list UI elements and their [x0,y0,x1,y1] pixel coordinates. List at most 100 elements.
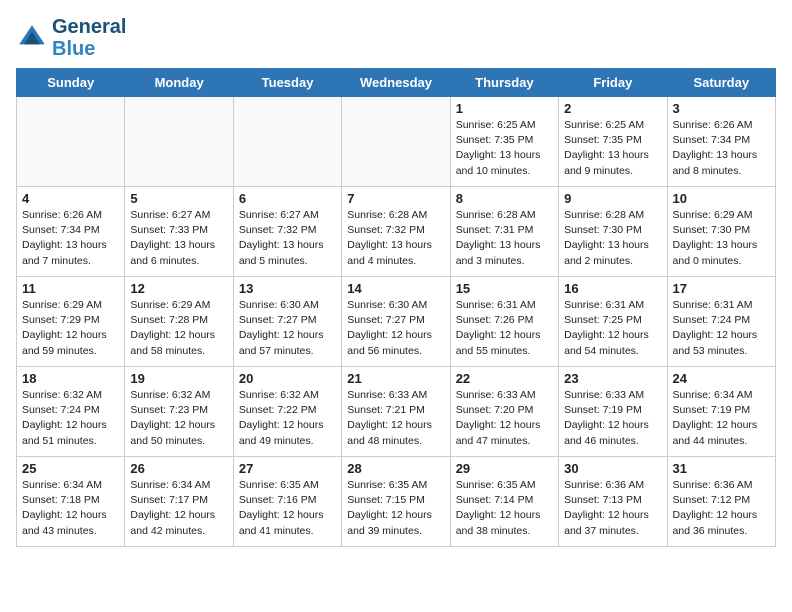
calendar-cell [342,97,450,187]
day-number: 21 [347,371,444,386]
calendar-cell: 29 Sunrise: 6:35 AM Sunset: 7:14 PM Dayli… [450,457,558,547]
calendar-table: SundayMondayTuesdayWednesdayThursdayFrid… [16,68,776,547]
day-info: Sunrise: 6:31 AM Sunset: 7:24 PM Dayligh… [673,298,770,359]
day-info: Sunrise: 6:35 AM Sunset: 7:14 PM Dayligh… [456,478,553,539]
calendar-cell: 20Sunrise: 6:32 AM Sunset: 7:22 PM Dayli… [233,367,341,457]
day-number: 12 [130,281,227,296]
day-info: Sunrise: 6:33 AM Sunset: 7:21 PM Dayligh… [347,388,444,449]
day-info: Sunrise: 6:34 AM Sunset: 7:19 PM Dayligh… [673,388,770,449]
day-info: Sunrise: 6:33 AM Sunset: 7:19 PM Dayligh… [564,388,661,449]
calendar-cell: 17 Sunrise: 6:31 AM Sunset: 7:24 PM Dayli… [667,277,775,367]
page-header: General Blue [16,16,776,60]
calendar-cell: 12 Sunrise: 6:29 AM Sunset: 7:28 PM Dayli… [125,277,233,367]
logo: General Blue [16,16,126,60]
day-number: 26 [130,461,227,476]
day-info: Sunrise: 6:29 AM Sunset: 7:29 PM Dayligh… [22,298,119,359]
calendar-week-3: 11 Sunrise: 6:29 AM Sunset: 7:29 PM Dayli… [17,277,776,367]
day-info: Sunrise: 6:32 AM Sunset: 7:24 PM Dayligh… [22,388,119,449]
day-number: 19 [130,371,227,386]
calendar-cell: 25 Sunrise: 6:34 AM Sunset: 7:18 PM Dayli… [17,457,125,547]
day-number: 17 [673,281,770,296]
day-info: Sunrise: 6:31 AM Sunset: 7:26 PM Dayligh… [456,298,553,359]
day-number: 3 [673,101,770,116]
day-number: 28 [347,461,444,476]
day-info: Sunrise: 6:25 AM Sunset: 7:35 PM Dayligh… [564,118,661,179]
day-number: 2 [564,101,661,116]
calendar-cell: 28 Sunrise: 6:35 AM Sunset: 7:15 PM Dayli… [342,457,450,547]
day-info: Sunrise: 6:34 AM Sunset: 7:17 PM Dayligh… [130,478,227,539]
calendar-cell [17,97,125,187]
day-info: Sunrise: 6:27 AM Sunset: 7:32 PM Dayligh… [239,208,336,269]
calendar-cell: 11 Sunrise: 6:29 AM Sunset: 7:29 PM Dayli… [17,277,125,367]
day-number: 23 [564,371,661,386]
day-number: 25 [22,461,119,476]
day-number: 6 [239,191,336,206]
calendar-header-row: SundayMondayTuesdayWednesdayThursdayFrid… [17,69,776,97]
day-number: 24 [673,371,770,386]
day-info: Sunrise: 6:30 AM Sunset: 7:27 PM Dayligh… [239,298,336,359]
day-header-tuesday: Tuesday [233,69,341,97]
day-info: Sunrise: 6:36 AM Sunset: 7:12 PM Dayligh… [673,478,770,539]
calendar-cell: 8 Sunrise: 6:28 AM Sunset: 7:31 PM Daylig… [450,187,558,277]
day-number: 29 [456,461,553,476]
day-number: 4 [22,191,119,206]
logo-text: General Blue [52,16,126,60]
calendar-cell: 23 Sunrise: 6:33 AM Sunset: 7:19 PM Dayli… [559,367,667,457]
calendar-week-1: 1Sunrise: 6:25 AM Sunset: 7:35 PM Daylig… [17,97,776,187]
day-header-thursday: Thursday [450,69,558,97]
day-number: 30 [564,461,661,476]
calendar-cell: 9Sunrise: 6:28 AM Sunset: 7:30 PM Daylig… [559,187,667,277]
calendar-week-5: 25 Sunrise: 6:34 AM Sunset: 7:18 PM Dayli… [17,457,776,547]
calendar-cell: 2 Sunrise: 6:25 AM Sunset: 7:35 PM Daylig… [559,97,667,187]
day-number: 10 [673,191,770,206]
calendar-cell: 22Sunrise: 6:33 AM Sunset: 7:20 PM Dayli… [450,367,558,457]
calendar-cell: 5 Sunrise: 6:27 AM Sunset: 7:33 PM Daylig… [125,187,233,277]
day-number: 22 [456,371,553,386]
calendar-cell: 14 Sunrise: 6:30 AM Sunset: 7:27 PM Dayli… [342,277,450,367]
day-info: Sunrise: 6:26 AM Sunset: 7:34 PM Dayligh… [22,208,119,269]
calendar-cell: 1Sunrise: 6:25 AM Sunset: 7:35 PM Daylig… [450,97,558,187]
calendar-cell: 15 Sunrise: 6:31 AM Sunset: 7:26 PM Dayli… [450,277,558,367]
day-number: 8 [456,191,553,206]
day-info: Sunrise: 6:27 AM Sunset: 7:33 PM Dayligh… [130,208,227,269]
calendar-cell: 26 Sunrise: 6:34 AM Sunset: 7:17 PM Dayli… [125,457,233,547]
day-number: 7 [347,191,444,206]
calendar-cell: 6 Sunrise: 6:27 AM Sunset: 7:32 PM Daylig… [233,187,341,277]
day-info: Sunrise: 6:25 AM Sunset: 7:35 PM Dayligh… [456,118,553,179]
calendar-cell: 31Sunrise: 6:36 AM Sunset: 7:12 PM Dayli… [667,457,775,547]
calendar-cell: 16 Sunrise: 6:31 AM Sunset: 7:25 PM Dayli… [559,277,667,367]
day-info: Sunrise: 6:29 AM Sunset: 7:28 PM Dayligh… [130,298,227,359]
day-info: Sunrise: 6:28 AM Sunset: 7:32 PM Dayligh… [347,208,444,269]
day-info: Sunrise: 6:35 AM Sunset: 7:16 PM Dayligh… [239,478,336,539]
day-number: 14 [347,281,444,296]
calendar-cell: 18 Sunrise: 6:32 AM Sunset: 7:24 PM Dayli… [17,367,125,457]
day-info: Sunrise: 6:34 AM Sunset: 7:18 PM Dayligh… [22,478,119,539]
day-number: 9 [564,191,661,206]
day-info: Sunrise: 6:30 AM Sunset: 7:27 PM Dayligh… [347,298,444,359]
day-number: 15 [456,281,553,296]
day-header-friday: Friday [559,69,667,97]
calendar-cell: 30 Sunrise: 6:36 AM Sunset: 7:13 PM Dayli… [559,457,667,547]
day-info: Sunrise: 6:29 AM Sunset: 7:30 PM Dayligh… [673,208,770,269]
day-number: 18 [22,371,119,386]
calendar-cell [125,97,233,187]
calendar-week-2: 4 Sunrise: 6:26 AM Sunset: 7:34 PM Daylig… [17,187,776,277]
day-info: Sunrise: 6:31 AM Sunset: 7:25 PM Dayligh… [564,298,661,359]
day-number: 27 [239,461,336,476]
calendar-cell: 3 Sunrise: 6:26 AM Sunset: 7:34 PM Daylig… [667,97,775,187]
day-info: Sunrise: 6:36 AM Sunset: 7:13 PM Dayligh… [564,478,661,539]
day-number: 11 [22,281,119,296]
day-info: Sunrise: 6:35 AM Sunset: 7:15 PM Dayligh… [347,478,444,539]
day-info: Sunrise: 6:26 AM Sunset: 7:34 PM Dayligh… [673,118,770,179]
day-info: Sunrise: 6:32 AM Sunset: 7:22 PM Dayligh… [239,388,336,449]
calendar-cell: 10 Sunrise: 6:29 AM Sunset: 7:30 PM Dayli… [667,187,775,277]
day-info: Sunrise: 6:28 AM Sunset: 7:31 PM Dayligh… [456,208,553,269]
day-number: 16 [564,281,661,296]
day-header-saturday: Saturday [667,69,775,97]
day-header-monday: Monday [125,69,233,97]
calendar-cell: 27 Sunrise: 6:35 AM Sunset: 7:16 PM Dayli… [233,457,341,547]
calendar-cell: 24 Sunrise: 6:34 AM Sunset: 7:19 PM Dayli… [667,367,775,457]
day-number: 5 [130,191,227,206]
day-number: 13 [239,281,336,296]
calendar-cell: 13 Sunrise: 6:30 AM Sunset: 7:27 PM Dayli… [233,277,341,367]
